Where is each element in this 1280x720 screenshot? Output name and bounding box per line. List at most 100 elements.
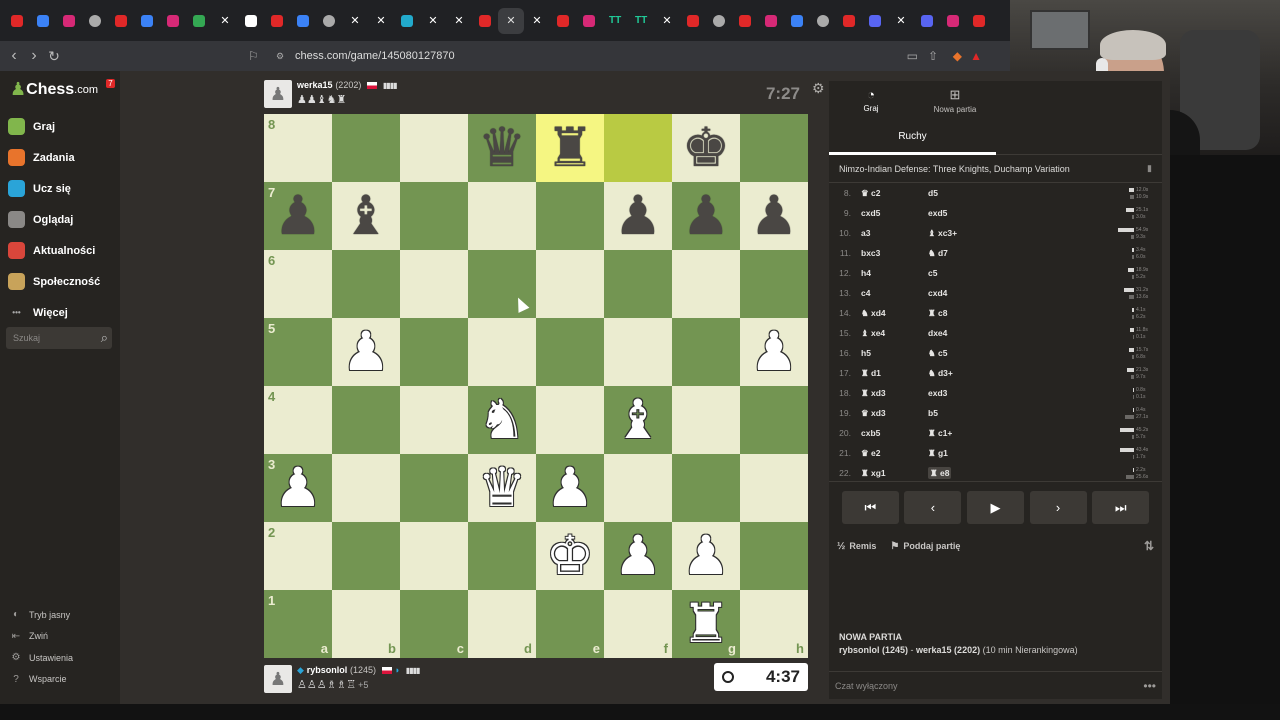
square-c5[interactable] <box>400 318 468 386</box>
square-e4[interactable] <box>536 386 604 454</box>
square-h5[interactable]: ♟ <box>740 318 808 386</box>
white-queen-icon[interactable]: ♛ <box>478 461 526 515</box>
white-bishop-icon[interactable]: ♝ <box>614 393 662 447</box>
brave-rewards-icon[interactable]: ▲ <box>970 49 982 63</box>
sidebar-item-spo-eczno-[interactable]: Społeczność <box>8 266 118 297</box>
browser-tab[interactable] <box>680 8 706 34</box>
square-d3[interactable]: ♛ <box>468 454 536 522</box>
browser-tab[interactable] <box>238 8 264 34</box>
sidebar-item-aktualno-ci[interactable]: Aktualności <box>8 235 118 266</box>
white-move[interactable]: ♛ e2 <box>861 448 928 459</box>
browser-tab[interactable] <box>4 8 30 34</box>
black-move[interactable]: cxd4 <box>928 288 1108 298</box>
browser-tab[interactable] <box>550 8 576 34</box>
browser-tab[interactable] <box>160 8 186 34</box>
square-b6[interactable] <box>332 250 400 318</box>
site-info-icon[interactable]: ⚙ <box>276 51 284 62</box>
opening-name[interactable]: Nimzo-Indian Defense: Three Knights, Duc… <box>839 164 1070 174</box>
square-h2[interactable] <box>740 522 808 590</box>
square-c3[interactable] <box>400 454 468 522</box>
chat-input[interactable]: Czat wyłączony <box>835 681 1143 691</box>
browser-tab[interactable] <box>134 8 160 34</box>
gear-icon[interactable]: ⚙ <box>812 80 825 97</box>
browser-tab[interactable] <box>758 8 784 34</box>
square-d5[interactable] <box>468 318 536 386</box>
sidebar-item-ucz-si-[interactable]: Ucz się <box>8 173 118 204</box>
browser-tab[interactable] <box>472 8 498 34</box>
white-pawn-icon[interactable]: ♟ <box>546 461 594 515</box>
square-f3[interactable] <box>604 454 672 522</box>
browser-tab[interactable] <box>836 8 862 34</box>
browser-tab[interactable] <box>264 8 290 34</box>
square-f6[interactable] <box>604 250 672 318</box>
black-move[interactable]: c5 <box>928 268 1108 278</box>
white-move[interactable]: ♜ d1 <box>861 368 928 379</box>
square-d2[interactable] <box>468 522 536 590</box>
square-g1[interactable]: g ♜ <box>672 590 740 658</box>
white-move[interactable]: ♜ xg1 <box>861 468 928 479</box>
square-c2[interactable] <box>400 522 468 590</box>
square-h4[interactable] <box>740 386 808 454</box>
white-move[interactable]: ♛ c2 <box>861 188 928 199</box>
book-icon[interactable]: ▮ <box>1147 163 1152 174</box>
browser-tab[interactable] <box>30 8 56 34</box>
browser-tab[interactable]: TT <box>628 8 654 34</box>
square-b7[interactable]: ♝ <box>332 182 400 250</box>
sidebar-item-ogl-daj[interactable]: Oglądaj <box>8 204 118 235</box>
white-move[interactable]: ♛ xd3 <box>861 408 928 419</box>
square-a5[interactable]: 5 <box>264 318 332 386</box>
square-h6[interactable] <box>740 250 808 318</box>
white-rook-icon[interactable]: ♜ <box>682 597 730 651</box>
forward-icon[interactable]: › <box>24 47 44 65</box>
black-queen-icon[interactable]: ♛ <box>478 121 526 175</box>
black-move[interactable]: ♜ c8 <box>928 308 1108 319</box>
square-a4[interactable]: 4 <box>264 386 332 454</box>
square-e7[interactable] <box>536 182 604 250</box>
new-game-black[interactable]: werka15 (2202) <box>916 645 980 655</box>
square-e1[interactable]: e <box>536 590 604 658</box>
white-move[interactable]: ♞ xd4 <box>861 308 928 319</box>
new-game-white[interactable]: rybsonlol (1245) <box>839 645 908 655</box>
browser-tab[interactable] <box>966 8 992 34</box>
draw-button[interactable]: ½ Remis <box>837 541 876 552</box>
browser-tab[interactable]: ✕ <box>888 8 914 34</box>
browser-tab[interactable] <box>394 8 420 34</box>
browser-tab[interactable] <box>56 8 82 34</box>
avatar[interactable]: ♟ <box>264 665 292 693</box>
black-move[interactable]: exd3 <box>928 388 1108 398</box>
back-icon[interactable]: ‹ <box>4 47 24 65</box>
square-h8[interactable] <box>740 114 808 182</box>
square-g7[interactable]: ♟ <box>672 182 740 250</box>
sidebar-item-zadania[interactable]: Zadania <box>8 142 118 173</box>
black-move[interactable]: ♝ xc3+ <box>928 228 1108 239</box>
black-move[interactable]: b5 <box>928 408 1108 418</box>
black-move[interactable]: ♞ d7 <box>928 248 1108 259</box>
browser-tab[interactable] <box>784 8 810 34</box>
square-f5[interactable] <box>604 318 672 386</box>
browser-tab[interactable]: ✕ <box>498 7 524 34</box>
square-e6[interactable] <box>536 250 604 318</box>
square-e8[interactable]: ♜ <box>536 114 604 182</box>
square-e2[interactable]: ♚ <box>536 522 604 590</box>
black-pawn-icon[interactable]: ♟ <box>614 189 662 243</box>
url-field[interactable]: ⚐ ⚙ chess.com/game/145080127870 ▭ ⇧ ◆ ▲ <box>240 45 990 67</box>
square-c4[interactable] <box>400 386 468 454</box>
sidebar-bottom-item[interactable]: ◐ Tryb jasny <box>10 604 73 626</box>
square-b5[interactable]: ♟ <box>332 318 400 386</box>
tab-nowa-partia[interactable]: ⊞ Nowa partia <box>913 81 997 121</box>
bottom-player-name[interactable]: rybsonlol <box>307 665 348 675</box>
white-pawn-icon[interactable]: ♟ <box>682 529 730 583</box>
square-g5[interactable] <box>672 318 740 386</box>
resign-button[interactable]: ⚑ Poddaj partię <box>890 541 960 552</box>
square-f7[interactable]: ♟ <box>604 182 672 250</box>
avatar[interactable]: ♟ <box>264 80 292 108</box>
browser-tab[interactable]: TT <box>602 8 628 34</box>
white-move[interactable]: cxd5 <box>861 208 928 218</box>
browser-tab[interactable]: ✕ <box>446 8 472 34</box>
browser-tab[interactable]: ✕ <box>368 8 394 34</box>
share-icon[interactable]: ⇧ <box>928 49 938 63</box>
black-move[interactable]: d5 <box>928 188 1108 198</box>
browser-tab[interactable] <box>810 8 836 34</box>
sidebar-item-graj[interactable]: Graj <box>8 111 118 142</box>
browser-tab[interactable] <box>576 8 602 34</box>
